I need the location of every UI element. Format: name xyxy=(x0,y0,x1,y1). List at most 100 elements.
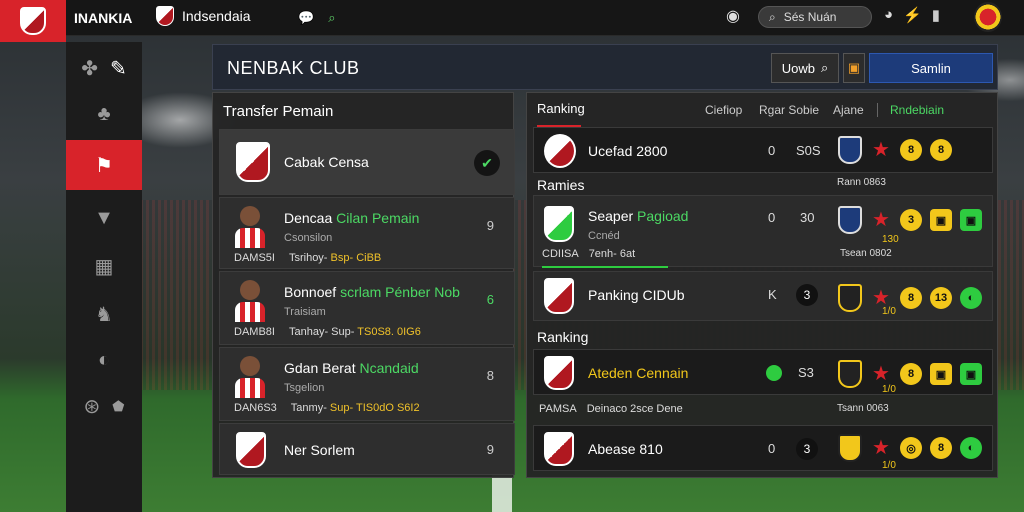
transfer-row[interactable]: Bonnoef scrlam Pénber Nob Traisiam DAMB8… xyxy=(219,271,515,345)
club-crest-icon xyxy=(236,432,266,468)
header-button-card[interactable]: ▣ xyxy=(843,53,865,83)
ranking-value: 30 xyxy=(800,210,815,225)
player-avatar xyxy=(234,206,266,248)
app-title: INANKIA xyxy=(74,10,133,26)
badge-circle: 3 xyxy=(900,209,922,231)
check-icon[interactable]: ✔ xyxy=(474,150,500,176)
chat-icon[interactable]: 💬 xyxy=(298,10,314,26)
player-avatar xyxy=(234,280,266,322)
badge-square: ▣ xyxy=(930,209,952,231)
ranking-club-name: Abease 810 xyxy=(588,441,663,457)
ranking-row-label: PAMSA Deinaco 2sce Dene xyxy=(539,403,683,415)
sidebar: ✤ ✎ ♣ ⚑ ▼ ▦ ♞ ◐ ⊛ ⬟ xyxy=(66,42,142,512)
flag-icon: ⚑ xyxy=(95,154,113,177)
transfer-count: 9 xyxy=(486,218,494,233)
ranking-circle: 3 xyxy=(796,438,818,460)
badge-subtext: Tsean 0802 xyxy=(840,248,892,259)
tab-2[interactable]: Rgar Sobie xyxy=(759,103,819,117)
ranking-row[interactable]: Ucefad 2800 0 S0S ★ 8 8 xyxy=(533,127,993,173)
person-icon: ♞ xyxy=(95,303,113,326)
sidebar-item-shirt[interactable]: ▼ xyxy=(66,198,142,238)
transfer-name: Gdan Berat Ncandaid xyxy=(284,360,419,376)
transfer-sub: Traisiam xyxy=(284,306,326,318)
ranking-value: S3 xyxy=(798,365,814,380)
transfer-count: 8 xyxy=(486,368,494,383)
location-icon[interactable]: ◉ xyxy=(726,6,740,26)
sidebar-item-clover[interactable]: ♣ xyxy=(66,94,142,134)
star-icon: ★ xyxy=(872,209,890,231)
club-logo-box[interactable] xyxy=(0,0,66,42)
shield-badge-icon xyxy=(838,284,862,312)
transfer-name: Cabak Censa xyxy=(284,154,369,170)
sidebar-item-puzzle[interactable]: ✤ ✎ xyxy=(66,48,142,88)
grid-icon: ▦ xyxy=(94,255,114,278)
player-avatar xyxy=(234,356,266,398)
badge-circle: 13 xyxy=(930,287,952,309)
sidebar-item-person[interactable]: ♞ xyxy=(66,294,142,334)
club-crest-icon xyxy=(20,7,46,35)
sidebar-item-chart[interactable]: ◐ xyxy=(66,340,142,380)
ranking-club-name: Ateden Cennain xyxy=(588,365,689,381)
card-icon: ▣ xyxy=(847,60,861,75)
badge-group: ★ 8 8 xyxy=(838,136,952,164)
ranking-club-name: Seaper Pagioad xyxy=(588,208,689,224)
transfer-row[interactable]: Ner Sorlem 9 xyxy=(219,423,515,475)
transfer-count: 9 xyxy=(486,442,494,457)
header-button-samlin[interactable]: Samlin xyxy=(869,53,993,83)
transfer-panel: Transfer Pemain Cabak Censa ✔ Dencaa Cil… xyxy=(212,92,515,478)
shirt-icon: ▼ xyxy=(94,206,114,229)
battery-icon[interactable]: ▮ xyxy=(932,6,940,24)
sidebar-item-pitch[interactable]: ⊛ ⬟ xyxy=(66,386,142,426)
ranking-value: K xyxy=(768,287,777,302)
ranking-row[interactable]: Abease 810 0 3 ★ ◎ 8 ◐ 1/0 xyxy=(533,425,993,471)
edit-icon[interactable]: ✎ xyxy=(110,56,127,81)
shield-icon: ⬟ xyxy=(112,397,125,414)
badge-num: 1/0 xyxy=(882,306,896,317)
ranking-row[interactable]: Panking CIDUb K 3 ★ 8 13 ◐ 1/0 xyxy=(533,271,993,321)
badge-group: ★ 8 ▣ ▣ xyxy=(838,360,982,388)
tab-3[interactable]: Ajane xyxy=(833,103,864,117)
badge-group: ★ 8 13 ◐ xyxy=(838,284,982,312)
transfer-sub: Csonsilon xyxy=(284,232,333,244)
search-input[interactable]: ⌕ Sés Nuán xyxy=(758,6,872,28)
badge-circle: 8 xyxy=(900,363,922,385)
sidebar-item-grid[interactable]: ▦ xyxy=(66,246,142,286)
ranking-row[interactable]: Ateden Cennain S3 ★ 8 ▣ ▣ 1/0 xyxy=(533,349,993,395)
tab-4[interactable]: Rndebiain xyxy=(877,103,944,117)
club-selector[interactable]: Indsendaia xyxy=(156,6,251,26)
clover-icon: ♣ xyxy=(97,102,111,125)
club-crest-small-icon xyxy=(156,6,174,26)
club-title: NENBAK CLUB xyxy=(227,58,360,78)
search-icon: ⌕ xyxy=(769,9,776,24)
top-right-icons: ◕ ⚡ ▮ xyxy=(884,6,940,24)
club-name: Indsendaia xyxy=(182,8,251,24)
badge-circle: 8 xyxy=(930,437,952,459)
club-crest-icon xyxy=(544,206,574,242)
star-icon: ★ xyxy=(872,363,890,385)
flame-icon[interactable]: ⚡ xyxy=(903,6,922,24)
shield-badge-icon xyxy=(838,206,862,234)
globe-icon[interactable]: ◕ xyxy=(884,6,893,24)
badge-circle: ◎ xyxy=(900,437,922,459)
section-title-ranking: Ranking xyxy=(537,329,589,345)
league-crest-icon[interactable] xyxy=(974,2,1002,32)
transfer-row[interactable]: Gdan Berat Ncandaid Tsgelion DAN6S3 Tanmy… xyxy=(219,347,515,421)
ranking-row-label: CDIISA 7enh- 6at xyxy=(542,248,636,260)
transfer-row[interactable]: Dencaa Cilan Pemain Csonsilon DAMS5I Tsri… xyxy=(219,197,515,269)
section-title-ramies: Ramies xyxy=(537,177,585,193)
sidebar-item-flag[interactable]: ⚑ xyxy=(66,140,142,190)
transfer-row[interactable]: Cabak Censa ✔ xyxy=(219,129,515,195)
header-button-uowb[interactable]: Uowb ⌕ xyxy=(771,53,839,83)
ranking-row[interactable]: Seaper Pagioad Ccnéd CDIISA 7enh- 6at 0 3… xyxy=(533,195,993,268)
top-left-icons: 💬 ⌕ xyxy=(298,10,335,26)
star-icon: ★ xyxy=(872,437,890,459)
tab-ranking[interactable]: Ranking xyxy=(537,101,585,116)
search-text: Sés Nuán xyxy=(783,10,837,24)
club-crest-icon xyxy=(544,356,574,390)
ranking-club-name: Ucefad 2800 xyxy=(588,143,668,159)
search-icon: ⌕ xyxy=(820,60,829,75)
badge-circle-green: ◐ xyxy=(960,287,982,309)
search-small-icon[interactable]: ⌕ xyxy=(328,10,335,26)
tab-1[interactable]: Ciefiop xyxy=(705,103,742,117)
badge-group: ★ ◎ 8 ◐ xyxy=(838,434,982,462)
